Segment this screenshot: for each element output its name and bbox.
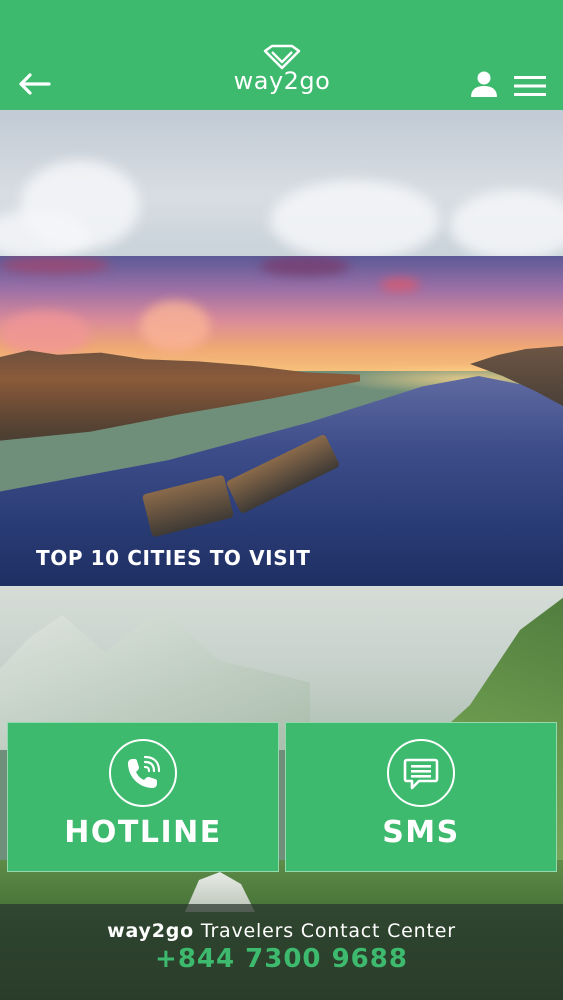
back-button[interactable] bbox=[14, 66, 54, 102]
menu-button[interactable] bbox=[512, 72, 548, 100]
phone-icon bbox=[128, 755, 161, 788]
app-header: way2go bbox=[0, 0, 563, 110]
cloud bbox=[380, 278, 420, 292]
hotline-icon-ring bbox=[109, 739, 177, 807]
sms-icon-ring bbox=[387, 739, 455, 807]
logo-text: way2go bbox=[233, 67, 331, 95]
cloud bbox=[0, 256, 110, 274]
sms-label: SMS bbox=[382, 815, 460, 850]
cloud bbox=[0, 311, 90, 356]
user-profile-button[interactable] bbox=[468, 68, 500, 100]
cloud bbox=[270, 180, 440, 260]
cloud bbox=[140, 301, 210, 351]
message-icon bbox=[403, 758, 439, 790]
feature-title: TOP 10 CITIES TO VISIT bbox=[36, 546, 311, 570]
user-icon bbox=[471, 71, 497, 97]
cloud bbox=[260, 256, 350, 276]
contact-center-footer: way2go Travelers Contact Center +844 730… bbox=[0, 904, 563, 1000]
footer-brand: way2go bbox=[107, 920, 194, 942]
hamburger-menu-icon bbox=[514, 76, 546, 96]
footer-tagline: Travelers Contact Center bbox=[200, 920, 456, 942]
sms-button[interactable]: SMS bbox=[285, 722, 557, 872]
hotline-label: HOTLINE bbox=[64, 815, 222, 850]
app-logo: way2go bbox=[222, 44, 342, 100]
hotline-button[interactable]: HOTLINE bbox=[7, 722, 279, 872]
footer-caption: way2go Travelers Contact Center bbox=[0, 920, 563, 942]
featured-article-card[interactable]: TOP 10 CITIES TO VISIT bbox=[0, 256, 563, 586]
arrow-left-icon bbox=[19, 73, 51, 95]
contact-phone-link[interactable]: +844 7300 9688 bbox=[0, 944, 563, 974]
